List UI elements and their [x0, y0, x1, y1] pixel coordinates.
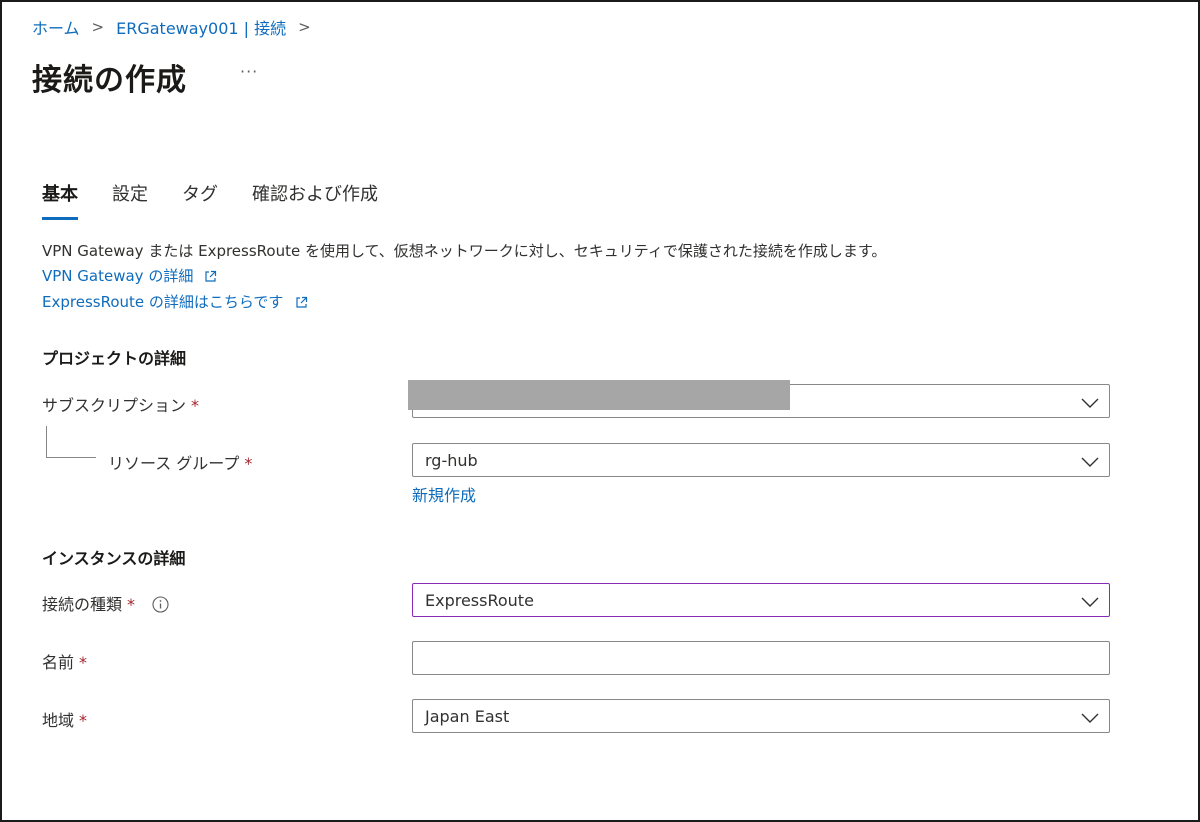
instance-details-heading: インスタンスの詳細 [42, 549, 186, 568]
subscription-label-text: サブスクリプション [42, 396, 187, 415]
required-marker: * [79, 653, 88, 672]
chevron-down-icon [1081, 453, 1099, 472]
external-link-icon [204, 268, 217, 287]
chevron-down-icon [1081, 593, 1099, 612]
name-input[interactable] [412, 641, 1110, 675]
resource-group-value: rg-hub [425, 451, 478, 470]
vpn-gateway-learn-more-link[interactable]: VPN Gateway の詳細 [42, 265, 217, 287]
resource-group-dropdown[interactable]: rg-hub [412, 443, 1110, 477]
tree-connector-horizontal [46, 457, 96, 458]
required-marker: * [244, 454, 253, 473]
name-label-text: 名前 [42, 653, 75, 672]
vpn-gateway-link-label: VPN Gateway の詳細 [42, 267, 194, 285]
page-title: 接続の作成 [32, 63, 187, 98]
required-marker: * [127, 595, 136, 614]
tab-settings[interactable]: 設定 [112, 180, 148, 214]
connection-type-dropdown[interactable]: ExpressRoute [412, 583, 1110, 617]
breadcrumb-home-link[interactable]: ホーム [32, 15, 80, 39]
connection-type-value: ExpressRoute [425, 591, 534, 610]
connection-type-label-text: 接続の種類 [42, 595, 123, 614]
region-label: 地域 * [42, 707, 87, 731]
tab-tags[interactable]: タグ [182, 180, 218, 214]
breadcrumb: ホーム > ERGateway001 | 接続 > [32, 15, 323, 39]
required-marker: * [79, 711, 88, 730]
redaction-block [408, 380, 790, 410]
expressroute-link-label: ExpressRoute の詳細はこちらです [42, 293, 284, 311]
connection-type-label: 接続の種類 * [42, 591, 169, 617]
subscription-label: サブスクリプション * [42, 392, 199, 416]
tab-review-create[interactable]: 確認および作成 [252, 180, 378, 214]
project-details-heading: プロジェクトの詳細 [42, 349, 187, 368]
expressroute-learn-more-link[interactable]: ExpressRoute の詳細はこちらです [42, 291, 308, 313]
tab-basics[interactable]: 基本 [42, 180, 78, 220]
region-label-text: 地域 [42, 711, 75, 730]
region-value: Japan East [425, 707, 510, 726]
name-label: 名前 * [42, 649, 87, 673]
chevron-right-icon: > [91, 18, 105, 36]
resource-group-label: リソース グループ * [108, 450, 252, 474]
breadcrumb-gateway-connections-link[interactable]: ERGateway001 | 接続 [116, 15, 286, 39]
chevron-down-icon [1081, 709, 1099, 728]
info-icon[interactable] [152, 596, 169, 617]
required-marker: * [191, 396, 200, 415]
region-dropdown[interactable]: Japan East [412, 699, 1110, 733]
tab-bar: 基本 設定 タグ 確認および作成 [42, 180, 412, 220]
intro-description: VPN Gateway または ExpressRoute を使用して、仮想ネット… [42, 242, 887, 260]
chevron-down-icon [1081, 394, 1099, 413]
more-options-button[interactable]: ··· [240, 62, 258, 81]
external-link-icon [295, 294, 308, 313]
chevron-right-icon: > [298, 18, 311, 36]
resource-group-label-text: リソース グループ [108, 454, 240, 473]
tree-connector-vertical [46, 426, 47, 457]
create-new-resource-group-link[interactable]: 新規作成 [412, 482, 476, 506]
